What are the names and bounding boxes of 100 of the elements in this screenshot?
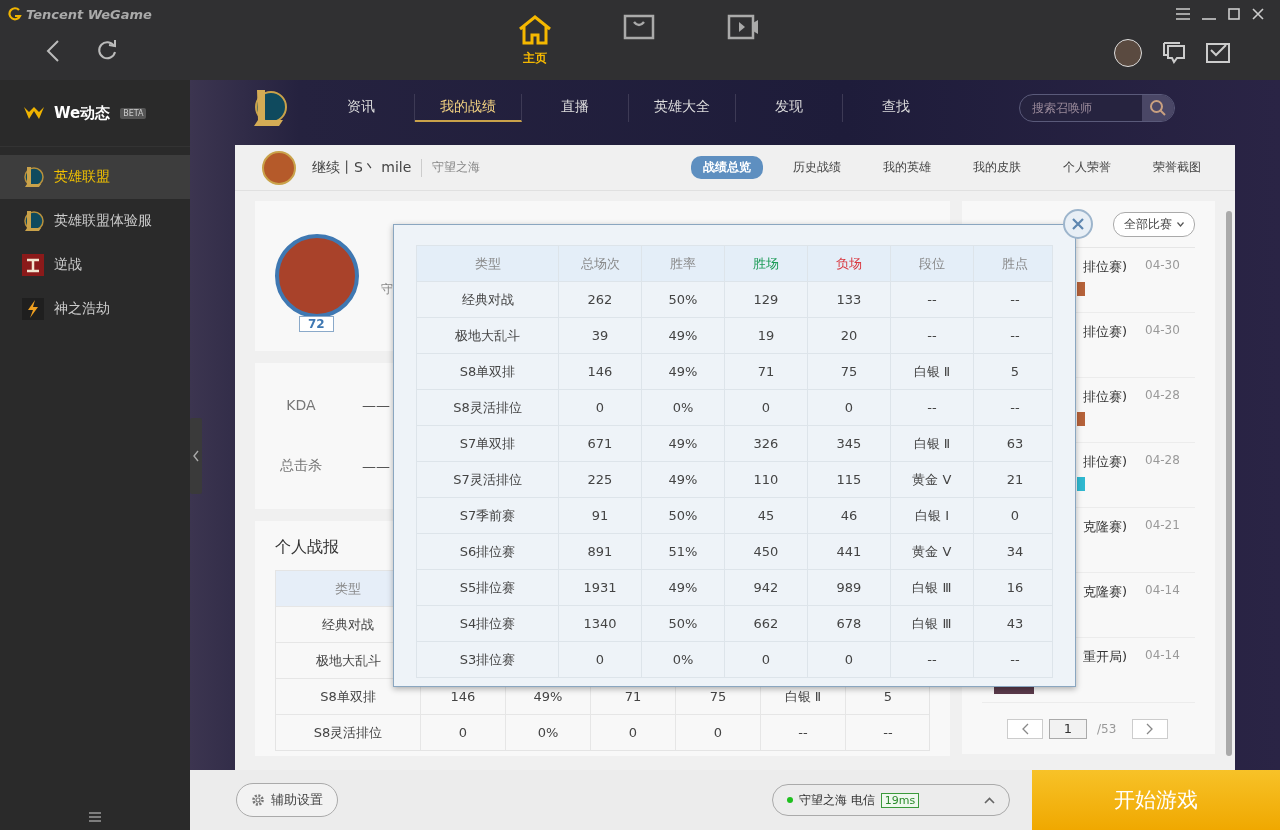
table-cell: 20 [807, 318, 890, 353]
table-cell: 662 [724, 606, 807, 641]
match-mode[interactable]: 排位赛) [1082, 453, 1127, 471]
table-cell-text: S5排位赛 [458, 578, 517, 597]
game-nav-tab[interactable]: 英雄大全 [629, 93, 736, 122]
match-mode[interactable]: 排位赛) [1082, 323, 1127, 341]
match-date: 04-14 [1145, 583, 1180, 599]
game-nav-tab[interactable]: 发现 [736, 93, 843, 122]
game-item[interactable]: 神之浩劫 [0, 287, 190, 331]
collapse-handle-icon[interactable] [190, 418, 202, 494]
page-number-field[interactable]: 1 [1049, 719, 1087, 739]
scrollbar[interactable] [1226, 211, 1232, 756]
table-cell: 0% [641, 642, 724, 677]
table-cell: 49% [641, 426, 724, 461]
table-cell-text: S8灵活排位 [312, 723, 384, 742]
table-cell: 326 [724, 426, 807, 461]
table-cell: 34 [973, 534, 1056, 569]
match-mode[interactable]: 重开局) [1082, 648, 1127, 666]
search-icon[interactable] [1149, 98, 1167, 117]
table-cell: 45 [724, 498, 807, 533]
summoner-search-field[interactable]: 搜索召唤师 [1020, 94, 1142, 121]
caret-up-icon [984, 796, 995, 804]
game-item[interactable]: 英雄联盟 [0, 155, 190, 199]
we-logo-icon [24, 106, 44, 120]
column-header: 类型 [334, 579, 362, 598]
close-icon[interactable] [1252, 8, 1264, 20]
table-cell: 0 [807, 642, 890, 677]
user-avatar[interactable] [1114, 39, 1142, 67]
table-cell: 21 [973, 462, 1056, 497]
table-cell: 0 [558, 390, 641, 425]
profile-server: 守 [381, 280, 393, 298]
search-box[interactable]: 搜索召唤师 [1019, 93, 1175, 122]
refresh-icon[interactable] [96, 40, 118, 62]
table-cell: 0 [420, 715, 505, 750]
assist-settings-button[interactable]: 辅助设置 [236, 783, 338, 817]
table-cell: 黄金 Ⅴ [890, 462, 973, 497]
sub-tab[interactable]: 荣誉截图 [1141, 156, 1213, 179]
match-mode[interactable]: 克隆赛) [1082, 583, 1127, 601]
table-cell: 129 [724, 282, 807, 317]
table-cell-text: S7季前赛 [458, 506, 517, 525]
table-cell: 49% [641, 462, 724, 497]
stat-value: —— [362, 458, 390, 474]
table-cell: 39 [558, 318, 641, 353]
sub-tab[interactable]: 我的英雄 [871, 156, 943, 179]
logo-icon [8, 6, 22, 22]
table-cell: -- [973, 282, 1056, 317]
game-nav-tab[interactable]: 直播 [522, 93, 629, 122]
game-logo-icon [22, 254, 44, 276]
table-cell: 262 [558, 282, 641, 317]
table-cell: -- [890, 642, 973, 677]
server-name: 守望之海 [432, 159, 481, 176]
table-cell: 49% [641, 354, 724, 389]
match-date: 04-21 [1145, 518, 1180, 534]
table-cell: 1931 [558, 570, 641, 605]
table-cell: -- [845, 715, 930, 750]
sub-tab[interactable]: 个人荣誉 [1051, 156, 1123, 179]
table-cell: -- [973, 318, 1056, 353]
table-cell: 50% [641, 606, 724, 641]
table-cell-text: 极地大乱斗 [314, 651, 382, 670]
table-cell-text: S7灵活排位 [452, 470, 523, 489]
menu-icon[interactable] [1176, 8, 1190, 20]
summoner-name: 继续丨S丶 mile [312, 158, 412, 177]
summoner-avatar [262, 150, 296, 185]
chevron-left-icon [1021, 723, 1029, 735]
table-cell: 49% [641, 570, 724, 605]
table-cell-text: S4排位赛 [458, 614, 517, 633]
game-item[interactable]: 逆战 [0, 243, 190, 287]
back-icon[interactable] [46, 39, 60, 63]
match-mode[interactable]: 排位赛) [1082, 258, 1127, 276]
game-item[interactable]: 英雄联盟体验服 [0, 199, 190, 243]
mail-icon[interactable] [1206, 43, 1230, 63]
match-mode[interactable]: 排位赛) [1082, 388, 1127, 406]
lightning-icon [22, 298, 44, 320]
feed-title[interactable]: We动态 [54, 103, 111, 123]
match-date: 04-28 [1145, 453, 1180, 469]
table-cell: 678 [807, 606, 890, 641]
table-cell: 133 [807, 282, 890, 317]
table-cell: 0 [807, 390, 890, 425]
lol-logo-icon [22, 165, 44, 189]
match-filter-dropdown[interactable]: 全部比赛 [1113, 211, 1195, 237]
game-nav-tab[interactable]: 我的战绩 [415, 93, 522, 122]
table-cell: 671 [558, 426, 641, 461]
home-tab[interactable]: 主页 [510, 14, 560, 67]
maximize-icon[interactable] [1228, 8, 1240, 20]
chat-icon[interactable] [1162, 42, 1186, 64]
game-nav-tab[interactable]: 资讯 [308, 93, 415, 122]
table-cell: 71 [724, 354, 807, 389]
table-cell: 50% [641, 498, 724, 533]
sub-tab[interactable]: 我的皮肤 [961, 156, 1033, 179]
menu-icon[interactable] [89, 812, 101, 822]
stat-value: —— [362, 397, 390, 413]
table-cell: 0 [558, 642, 641, 677]
stat-label: KDA [285, 397, 317, 413]
match-date: 04-28 [1145, 388, 1180, 404]
table-cell-text: 极地大乱斗 [454, 326, 521, 345]
match-mode[interactable]: 克隆赛) [1082, 518, 1127, 536]
table-cell: 白银 Ⅱ [890, 354, 973, 389]
game-nav-tab[interactable]: 查找 [843, 93, 949, 122]
sub-tab[interactable]: 历史战绩 [781, 156, 853, 179]
table-cell: 0 [675, 715, 760, 750]
